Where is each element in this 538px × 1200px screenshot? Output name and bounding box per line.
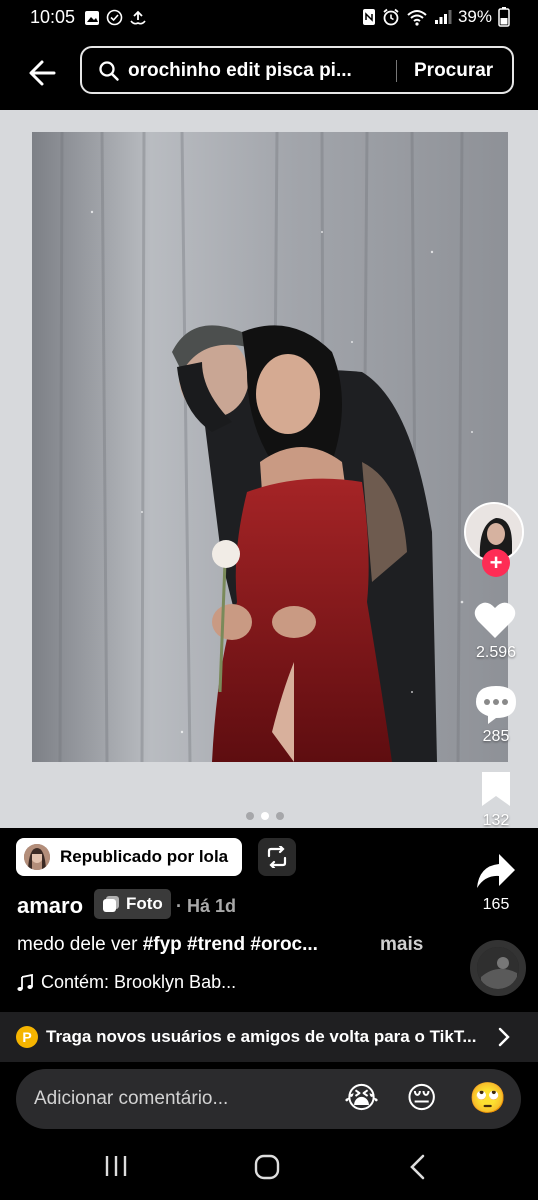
post-type-tag: Foto <box>94 889 171 919</box>
banner-text: Traga novos usuários e amigos de volta p… <box>46 1027 477 1046</box>
repost-icon <box>267 846 287 868</box>
back-nav-icon[interactable] <box>408 1154 428 1180</box>
search-icon <box>99 61 119 81</box>
like-button[interactable] <box>473 600 517 640</box>
share-arrow-icon <box>477 854 515 888</box>
nfc-icon <box>362 9 375 25</box>
comment-bar[interactable]: Adicionar comentário... 😭 😔 🙄 <box>16 1069 521 1129</box>
post-caption[interactable]: medo dele ver #fyp #trend #oroc... <box>17 934 318 956</box>
carousel-indicator <box>246 812 284 820</box>
carousel-dot <box>276 812 284 820</box>
music-disc[interactable] <box>470 940 526 996</box>
photo-tag-icon <box>103 896 119 912</box>
share-button[interactable] <box>475 852 517 890</box>
repost-button[interactable] <box>258 838 296 876</box>
gallery-icon <box>85 10 99 25</box>
alarm-icon <box>383 8 399 26</box>
invite-banner[interactable]: P Traga novos usuários e amigos de volta… <box>0 1012 538 1062</box>
post-time: · Há 1d <box>176 896 237 916</box>
bookmark-count: 132 <box>482 812 510 829</box>
coin-icon: P <box>16 1026 38 1048</box>
comment-input[interactable]: Adicionar comentário... <box>34 1088 228 1110</box>
arrow-left-icon <box>29 60 56 86</box>
comment-button[interactable] <box>474 684 518 726</box>
caption-text: medo dele ver <box>17 934 143 955</box>
battery-icon <box>498 7 510 27</box>
repost-badge[interactable]: Republicado por lola <box>16 838 243 876</box>
follow-button[interactable]: + <box>482 549 510 577</box>
search-query[interactable]: orochinho edit pisca pi... <box>128 60 352 82</box>
status-time: 10:05 <box>30 7 76 27</box>
music-note-icon <box>17 973 33 991</box>
share-count: 165 <box>482 896 510 913</box>
signal-icon <box>434 10 452 24</box>
status-bar: 10:05 39% <box>0 0 538 36</box>
recents-icon[interactable] <box>104 1154 128 1178</box>
upload-icon <box>130 10 146 24</box>
bookmark-icon <box>482 772 510 806</box>
caption-hashtags[interactable]: #fyp #trend #oroc... <box>143 934 318 955</box>
bookmark-button[interactable] <box>480 770 512 808</box>
comment-icon <box>476 686 516 724</box>
caption-more-button[interactable]: mais <box>380 934 423 956</box>
check-circle-icon <box>106 9 123 26</box>
emoji-pensive[interactable]: 😔 <box>406 1083 437 1115</box>
search-header: orochinho edit pisca pi... Procurar <box>0 38 538 108</box>
post-photo[interactable] <box>32 132 508 762</box>
search-bar[interactable]: orochinho edit pisca pi... Procurar <box>80 46 514 94</box>
emoji-eye-roll[interactable]: 🙄 <box>469 1083 506 1115</box>
battery-percent: 39% <box>457 7 492 26</box>
back-button[interactable] <box>24 54 62 92</box>
emoji-crying[interactable]: 😭 <box>344 1083 379 1115</box>
heart-icon <box>474 602 516 638</box>
photo-viewer[interactable] <box>0 110 538 828</box>
wifi-icon <box>407 10 427 26</box>
like-count: 2.596 <box>475 644 517 661</box>
photo-illustration <box>32 132 508 762</box>
author-name[interactable]: amaro <box>17 893 83 919</box>
reposter-avatar <box>24 844 50 870</box>
carousel-dot <box>246 812 254 820</box>
carousel-dot <box>261 812 269 820</box>
home-icon[interactable] <box>254 1154 280 1180</box>
search-divider <box>396 60 397 82</box>
system-nav-bar <box>0 1132 538 1200</box>
search-submit-button[interactable]: Procurar <box>414 60 493 82</box>
music-info[interactable]: Contém: Brooklyn Bab... <box>17 972 236 993</box>
repost-label: Republicado por lola <box>60 847 229 866</box>
chevron-right-icon <box>498 1027 510 1047</box>
comment-count: 285 <box>482 728 510 745</box>
